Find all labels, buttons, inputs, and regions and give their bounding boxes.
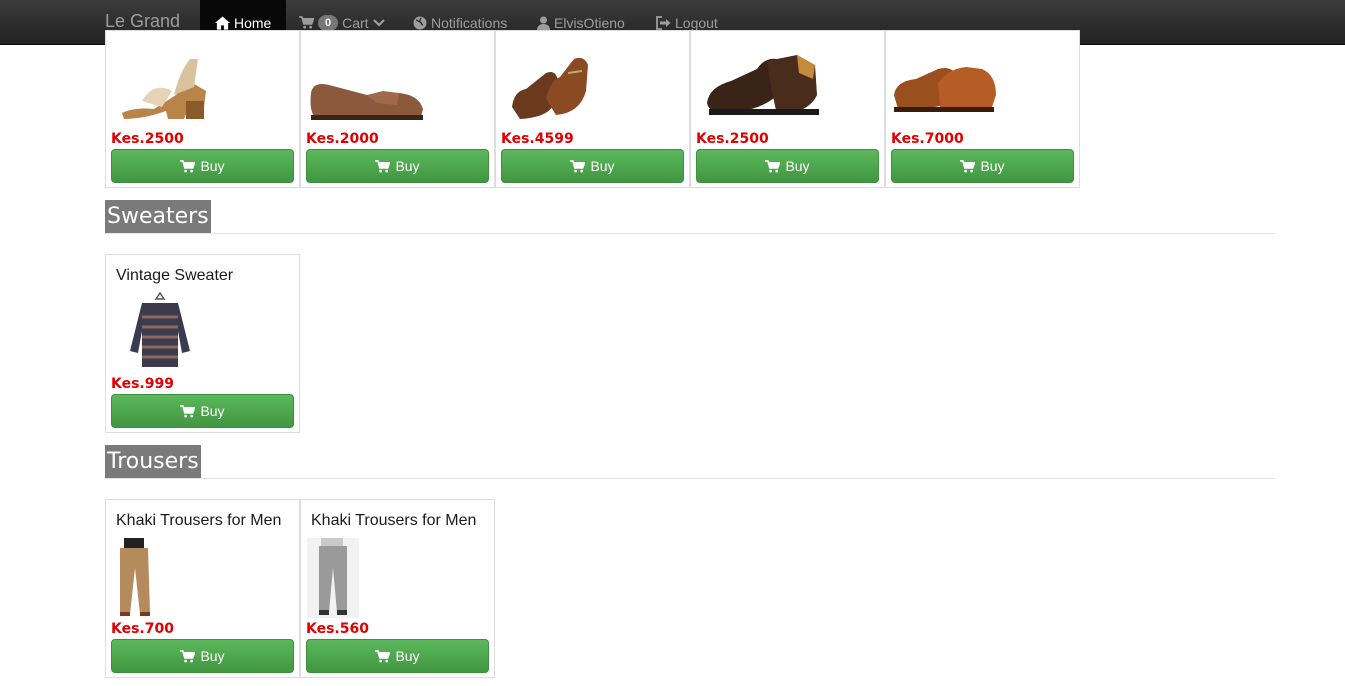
product-card: Kes.2500 Buy [690, 30, 885, 188]
sandal-image [114, 51, 214, 128]
nav-notifications-label: Notifications [431, 14, 508, 31]
user-icon [537, 16, 550, 30]
product-price: Kes.700 [111, 621, 174, 637]
buy-label: Buy [395, 648, 420, 664]
cart-icon [960, 160, 975, 173]
loafer-pair-image [510, 51, 592, 128]
product-card: Vintage Sweater Kes.999 Buy [105, 254, 300, 433]
product-title: Vintage Sweater [116, 267, 234, 284]
nav-home-label: Home [234, 14, 272, 31]
home-icon [215, 15, 230, 30]
buy-button[interactable]: Buy [111, 149, 294, 183]
product-title: Khaki Trousers for Men [311, 512, 477, 529]
product-price: Kes.2500 [696, 131, 769, 147]
buy-button[interactable]: Buy [501, 149, 684, 183]
buy-label: Buy [200, 158, 225, 174]
cart-icon [375, 650, 390, 663]
section-heading-sweaters: Sweaters [105, 200, 211, 234]
buy-label: Buy [200, 648, 225, 664]
buy-button[interactable]: Buy [891, 149, 1074, 183]
buy-button[interactable]: Buy [111, 394, 294, 428]
brand-logo[interactable]: Le Grand [105, 10, 180, 32]
nav-cart-label: Cart [342, 14, 369, 31]
loafer-image [307, 65, 425, 130]
globe-icon [413, 16, 427, 30]
section-heading-trousers: Trousers [105, 445, 201, 479]
buy-label: Buy [590, 158, 615, 174]
nav-user-label: ElvisOtieno [554, 14, 625, 31]
logout-icon [656, 15, 671, 30]
product-card: Kes.7000 Buy [885, 30, 1080, 188]
cart-icon [375, 160, 390, 173]
buy-button[interactable]: Buy [696, 149, 879, 183]
buy-button[interactable]: Buy [306, 639, 489, 673]
cart-icon [765, 160, 780, 173]
boot-image [705, 51, 825, 132]
buy-label: Buy [980, 158, 1005, 174]
product-title: Khaki Trousers for Men [116, 512, 282, 529]
buy-button[interactable]: Buy [111, 639, 294, 673]
product-price: Kes.4599 [501, 131, 574, 147]
brogue-image [892, 61, 998, 120]
section-divider [105, 233, 1275, 234]
cart-icon [570, 160, 585, 173]
product-card: Kes.2500 Buy [105, 30, 300, 188]
grey-trousers-image [307, 538, 359, 623]
buy-button[interactable]: Buy [306, 149, 489, 183]
cart-icon [299, 16, 314, 29]
cart-icon [180, 650, 195, 663]
khaki-trousers-image [114, 538, 156, 623]
product-price: Kes.560 [306, 621, 369, 637]
buy-label: Buy [395, 158, 420, 174]
cart-icon [180, 405, 195, 418]
buy-label: Buy [785, 158, 810, 174]
nav-logout-label: Logout [675, 14, 718, 31]
cart-icon [180, 160, 195, 173]
cart-count-badge: 0 [318, 14, 339, 31]
product-card: Kes.2000 Buy [300, 30, 495, 188]
sweater-image [128, 291, 192, 376]
product-card: Kes.4599 Buy [495, 30, 690, 188]
product-price: Kes.2000 [306, 131, 379, 147]
buy-label: Buy [200, 403, 225, 419]
chevron-down-icon [372, 18, 385, 28]
product-card: Khaki Trousers for Men Kes.560 Buy [300, 499, 495, 678]
product-price: Kes.7000 [891, 131, 964, 147]
product-price: Kes.999 [111, 376, 174, 392]
section-divider [105, 478, 1275, 479]
product-price: Kes.2500 [111, 131, 184, 147]
product-card: Khaki Trousers for Men Kes.700 Buy [105, 499, 300, 678]
